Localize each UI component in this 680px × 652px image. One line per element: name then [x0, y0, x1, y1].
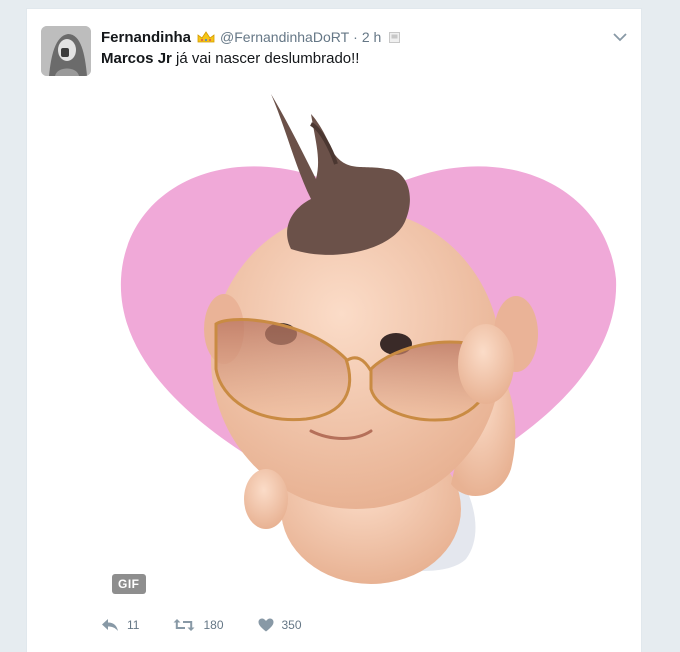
tweet-card[interactable]: Fernandinha @FernandinhaDoRT · 2 h Marco…: [26, 8, 642, 652]
tweet-actions: 11 180 350: [101, 618, 336, 632]
mention-name: Marcos Jr: [101, 50, 172, 67]
crown-emoji-icon: [197, 31, 215, 43]
retweet-button[interactable]: 180: [173, 618, 224, 632]
avatar-image: [41, 26, 91, 76]
reply-icon: [102, 619, 118, 631]
separator-dot: ·: [353, 29, 358, 45]
heart-icon: [258, 618, 273, 632]
avatar[interactable]: [41, 26, 91, 76]
flag-icon[interactable]: [389, 31, 401, 43]
tweet-body: já vai nascer deslumbrado!!: [171, 50, 360, 67]
reply-button[interactable]: 11: [101, 618, 139, 632]
timestamp[interactable]: 2 h: [362, 29, 381, 45]
tweet-text: Marcos Jr já vai nascer deslumbrado!!: [101, 50, 359, 67]
tweet-header: Fernandinha @FernandinhaDoRT · 2 h: [101, 27, 611, 47]
gif-illustration: [120, 94, 617, 584]
reply-count: 11: [127, 618, 140, 632]
like-button[interactable]: 350: [258, 618, 302, 632]
retweet-count: 180: [203, 618, 224, 632]
user-handle[interactable]: @FernandinhaDoRT: [220, 29, 349, 45]
gif-badge: GIF: [112, 574, 146, 594]
display-name[interactable]: Fernandinha: [101, 29, 191, 46]
gif-media[interactable]: GIF: [106, 89, 631, 605]
chevron-down-icon[interactable]: [613, 29, 627, 47]
retweet-icon: [173, 619, 195, 631]
like-count: 350: [281, 618, 302, 632]
